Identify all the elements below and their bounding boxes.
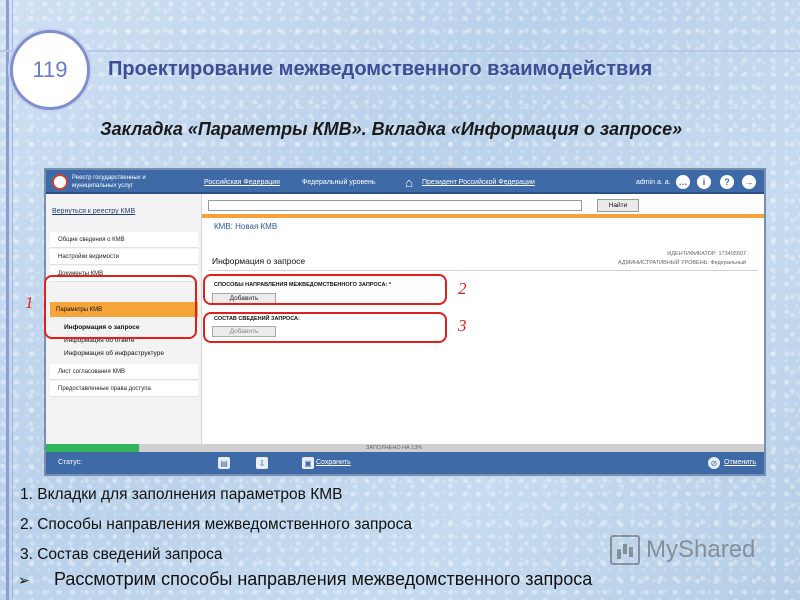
frame-line	[6, 0, 9, 600]
header-strip	[202, 214, 764, 218]
callout-number-3: 3	[458, 316, 467, 335]
callout-box-3	[203, 312, 447, 343]
user-name[interactable]: admin a. a.	[636, 179, 671, 186]
slide-number: 119	[32, 57, 68, 82]
frame-line	[0, 50, 800, 52]
export-icon[interactable]: ⇩	[256, 457, 268, 469]
app-topbar: Реестр государственных и муниципальных у…	[46, 170, 764, 194]
sidebar-item-label: Предоставленные права доступа	[58, 385, 151, 392]
slide-subtitle: Закладка «Параметры КМВ». Вкладка «Инфор…	[100, 119, 683, 139]
frame-line	[12, 0, 13, 600]
registry-label: Реестр государственных и муниципальных у…	[72, 175, 146, 189]
chat-icon[interactable]: …	[676, 175, 690, 189]
arrow-bullet-icon: ➢	[18, 572, 30, 588]
callout-box-1	[44, 275, 197, 339]
search-button[interactable]: Найти	[597, 199, 639, 212]
callout-number-1: 1	[25, 293, 34, 312]
search-input[interactable]	[208, 200, 582, 211]
identifier-text: ИДЕНТИФИКАТОР: 173495507	[667, 251, 746, 257]
slide-number-badge: 119	[10, 30, 90, 110]
slide-title: Проектирование межведомственного взаимод…	[108, 58, 653, 80]
sidebar-item-access-rights[interactable]: Предоставленные права доступа	[50, 381, 198, 397]
logout-icon[interactable]: →	[742, 175, 756, 189]
save-link[interactable]: Сохранить	[316, 459, 351, 466]
status-bar: Статус: ▤ ⇩ ▣ Сохранить ⊘ Отменить	[46, 452, 764, 474]
progress-fill	[46, 444, 140, 452]
status-label: Статус:	[58, 459, 83, 466]
sidebar-subitem-infrastructure[interactable]: Информация об инфраструктуре	[64, 350, 164, 357]
callout-number-2: 2	[458, 279, 467, 298]
identifier-block: ИДЕНТИФИКАТОР: 173495507 АДМИНИСТРАТИВНЫ…	[546, 250, 746, 268]
watermark: MyShared	[610, 535, 755, 565]
watermark-text: MyShared	[646, 536, 756, 563]
cancel-link[interactable]: Отменить	[724, 459, 756, 466]
nav-link-president[interactable]: Президент Российской Федерации	[422, 179, 535, 186]
callout-box-2	[203, 274, 447, 305]
registry-logo-icon	[52, 174, 68, 190]
divider	[208, 270, 758, 271]
nav-level: Федеральный уровень	[302, 179, 376, 186]
print-icon[interactable]: ▤	[218, 457, 230, 469]
help-icon[interactable]: ?	[720, 175, 734, 189]
sidebar-item-general[interactable]: Общие сведения о КМВ	[50, 232, 198, 248]
panel-title: Информация о запросе	[212, 256, 306, 266]
chart-logo-icon	[610, 535, 640, 565]
home-icon[interactable]: ⌂	[402, 175, 416, 190]
sidebar-item-label: Настройки видимости	[58, 253, 120, 260]
note-3: 3. Состав сведений запроса	[20, 546, 223, 563]
sidebar-item-label: Общие сведения о КМВ	[58, 236, 125, 243]
sidebar-item-label: Лист согласования КМВ	[58, 368, 125, 375]
cancel-icon[interactable]: ⊘	[708, 457, 720, 469]
note-2: 2. Способы направления межведомственного…	[20, 516, 412, 533]
final-note: Рассмотрим способы направления межведомс…	[54, 569, 593, 589]
admin-level-text: АДМИНИСТРАТИВНЫЙ УРОВЕНЬ: Федеральный	[618, 260, 746, 266]
nav-link-federation[interactable]: Российская Федерация	[204, 179, 280, 186]
sidebar-item-visibility[interactable]: Настройки видимости	[50, 249, 198, 265]
info-icon[interactable]: i	[697, 175, 711, 189]
back-to-registry-link[interactable]: Вернуться к реестру КМВ	[52, 208, 135, 215]
note-1: 1. Вкладки для заполнения параметров КМВ	[20, 486, 343, 503]
save-icon[interactable]: ▣	[302, 457, 314, 469]
progress-label: ЗАПОЛНЕНО НА 13%	[366, 445, 423, 451]
sidebar-item-approval-sheet[interactable]: Лист согласования КМВ	[50, 364, 198, 380]
kmv-title: КМВ: Новая КМВ	[214, 222, 278, 231]
